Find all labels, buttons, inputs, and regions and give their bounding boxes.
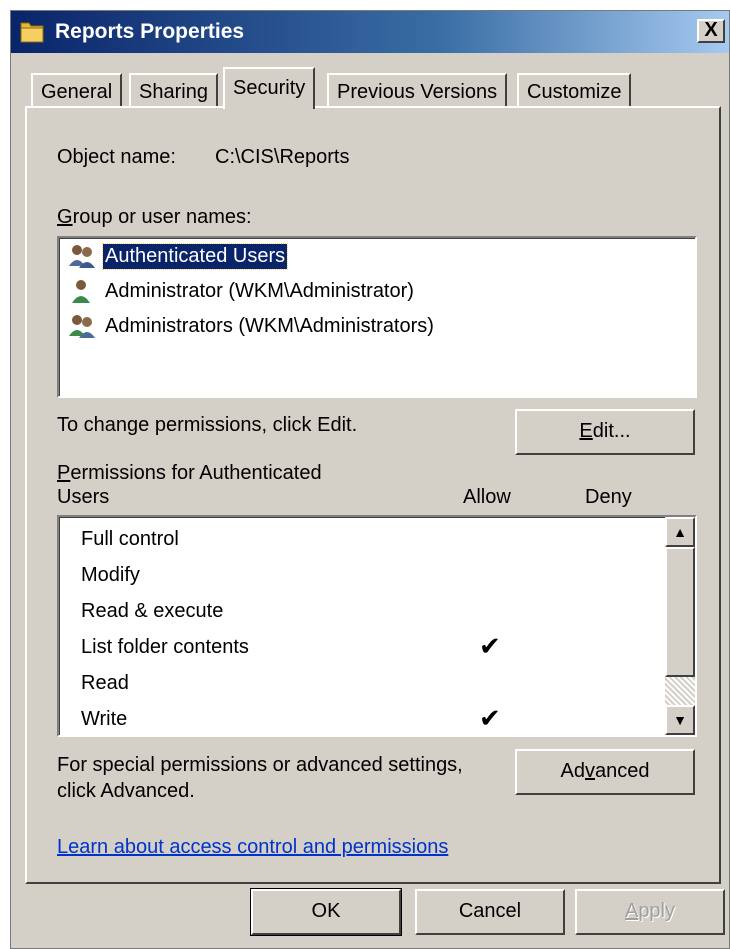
allow-check-icon: ✔ — [479, 631, 501, 661]
permission-read: Read — [81, 672, 129, 694]
scroll-up-button[interactable]: ▲ — [665, 517, 695, 547]
title-bar[interactable]: Reports Properties X — [11, 11, 729, 53]
user-icon — [72, 280, 90, 303]
permission-write: Write — [81, 708, 128, 730]
user-name: Administrators (WKM\Administrators) — [105, 314, 434, 337]
learn-access-control-link[interactable]: Learn about access control and permissio… — [57, 836, 448, 859]
change-permissions-hint: To change permissions, click Edit. — [57, 414, 358, 436]
permissions-scrollbar[interactable]: ▲ ▼ — [665, 517, 695, 735]
tab-customize[interactable]: Customize — [517, 73, 632, 106]
security-tab-page: Object name: C:\CIS\Reports Group or use… — [25, 106, 721, 884]
list-item-administrators[interactable]: Administrators (WKM\Administrators) — [67, 310, 436, 342]
deny-column-header: Deny — [585, 486, 632, 508]
arrow-down-icon: ▼ — [673, 712, 687, 728]
permission-read-execute: Read & execute — [81, 600, 224, 622]
user-name: Administrator (WKM\Administrator) — [105, 279, 414, 302]
close-icon: X — [704, 19, 718, 41]
edit-button[interactable]: Edit... — [515, 409, 695, 455]
cancel-button[interactable]: Cancel — [415, 889, 565, 935]
object-name-value: C:\CIS\Reports — [215, 146, 350, 168]
allow-check-icon: ✔ — [479, 703, 501, 733]
user-list[interactable]: Authenticated Users Administrator (WKM\A… — [57, 236, 697, 398]
tab-previous-versions[interactable]: Previous Versions — [327, 73, 508, 106]
users-group-icon — [69, 245, 95, 268]
permission-list-folder-contents: List folder contents — [81, 636, 249, 658]
permissions-for-label: Permissions for Authenticated — [57, 462, 322, 484]
advanced-hint-line2: click Advanced. — [57, 780, 195, 802]
tab-general-label: General — [41, 81, 113, 103]
scroll-thumb[interactable] — [665, 547, 695, 677]
tab-general[interactable]: General — [31, 73, 123, 106]
folder-icon — [20, 22, 44, 43]
arrow-up-icon: ▲ — [673, 524, 687, 540]
permissions-list[interactable]: Full control Modify Read & execute List … — [57, 515, 697, 737]
ok-button[interactable]: OK — [250, 888, 402, 936]
dialog-title: Reports Properties — [55, 20, 245, 43]
tab-sharing-label: Sharing — [139, 81, 208, 103]
apply-button[interactable]: Apply — [575, 889, 725, 935]
users-group-icon — [69, 315, 95, 338]
advanced-hint-line1: For special permissions or advanced sett… — [57, 754, 463, 776]
permissions-for-label-line2: Users — [57, 486, 110, 508]
list-item-administrator[interactable]: Administrator (WKM\Administrator) — [67, 275, 416, 307]
tab-security-label: Security — [233, 77, 306, 99]
tab-customize-label: Customize — [527, 81, 622, 103]
scroll-down-button[interactable]: ▼ — [665, 705, 695, 735]
scroll-track[interactable] — [665, 677, 695, 705]
tab-security[interactable]: Security — [223, 67, 316, 109]
permission-full-control: Full control — [81, 528, 179, 550]
tab-sharing[interactable]: Sharing — [129, 73, 218, 106]
object-name-label: Object name: — [57, 146, 176, 168]
user-name: Authenticated Users — [101, 242, 289, 270]
properties-dialog: Reports Properties X General Sharing Sec… — [10, 10, 730, 949]
advanced-button[interactable]: Advanced — [515, 749, 695, 795]
allow-column-header: Allow — [463, 486, 511, 508]
permission-modify: Modify — [81, 564, 140, 586]
list-item-authenticated-users[interactable]: Authenticated Users — [67, 240, 289, 272]
group-or-user-names-label: Group or user names: — [57, 206, 252, 228]
close-button[interactable]: X — [697, 19, 725, 43]
tab-previous-versions-label: Previous Versions — [337, 81, 498, 103]
